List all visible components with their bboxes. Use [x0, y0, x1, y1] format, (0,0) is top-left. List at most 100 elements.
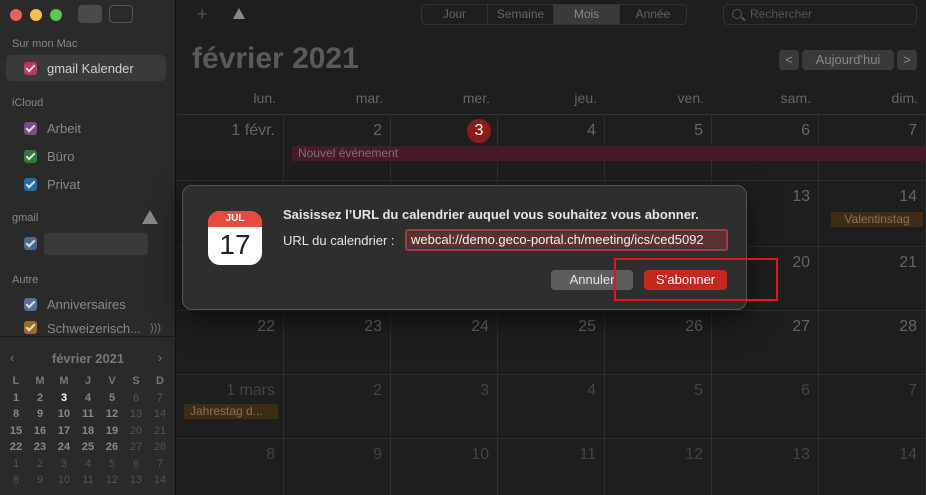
mini-calendar-day[interactable]: 14 — [148, 406, 172, 423]
checkbox-icon[interactable] — [24, 177, 37, 191]
mini-calendar-day[interactable]: 10 — [52, 472, 76, 489]
inbox-icon[interactable] — [109, 5, 133, 23]
mini-calendar-day[interactable]: 7 — [148, 456, 172, 473]
mini-calendar-day[interactable]: 14 — [148, 472, 172, 489]
mini-calendar-day[interactable]: 20 — [124, 423, 148, 440]
day-cell[interactable]: 4 — [498, 375, 605, 439]
mini-calendar-day[interactable]: 18 — [76, 423, 100, 440]
plus-icon[interactable]: + — [197, 4, 208, 25]
tab-month[interactable]: Mois — [554, 5, 620, 24]
mini-calendar-day[interactable]: 3 — [52, 456, 76, 473]
mini-calendar-day[interactable]: 13 — [124, 406, 148, 423]
calendar-item-privat[interactable]: Privat — [6, 171, 166, 197]
day-cell[interactable]: 2 — [284, 375, 391, 439]
day-cell[interactable]: 9 — [284, 439, 391, 495]
today-button[interactable]: Aujourd'hui — [802, 50, 894, 70]
mini-calendar-day[interactable]: 17 — [52, 423, 76, 440]
calendar-item-anniversaires[interactable]: Anniversaires — [6, 291, 166, 317]
url-field-label: URL du calendrier : — [283, 233, 395, 248]
calendar-item-schweizerisch[interactable]: Schweizerisch... — [6, 318, 166, 336]
mini-calendar-day[interactable]: 15 — [4, 423, 28, 440]
mini-calendar-day[interactable]: 10 — [52, 406, 76, 423]
mini-calendar-day[interactable]: 25 — [76, 439, 100, 456]
mini-calendar-day[interactable]: 2 — [28, 390, 52, 407]
checkbox-icon[interactable] — [24, 121, 37, 135]
day-cell[interactable]: 7 — [819, 375, 926, 439]
mini-calendar-day[interactable]: 24 — [52, 439, 76, 456]
mini-calendar-day[interactable]: 6 — [124, 390, 148, 407]
next-month-button[interactable]: > — [897, 50, 917, 70]
mini-calendar-day[interactable]: 11 — [76, 472, 100, 489]
tab-week[interactable]: Semaine — [488, 5, 554, 24]
day-cell[interactable]: 3 — [391, 375, 498, 439]
day-cell[interactable]: 21 — [819, 247, 926, 311]
day-cell[interactable]: 12 — [605, 439, 712, 495]
mini-calendar-day[interactable]: 23 — [28, 439, 52, 456]
mini-calendar-day[interactable]: 19 — [100, 423, 124, 440]
minimize-window-button[interactable] — [30, 9, 42, 21]
day-number: 26 — [685, 318, 703, 335]
mini-calendar-day[interactable]: 16 — [28, 423, 52, 440]
calendar-item-gmail-kalender[interactable]: gmail Kalender — [6, 55, 166, 81]
day-cell[interactable]: 10 — [391, 439, 498, 495]
mini-calendar-day[interactable]: 22 — [4, 439, 28, 456]
mini-calendar-day[interactable]: 1 — [4, 456, 28, 473]
day-cell[interactable]: 8 — [177, 439, 284, 495]
day-cell[interactable]: 6 — [712, 375, 819, 439]
mini-calendar-day[interactable]: 4 — [76, 456, 100, 473]
day-cell[interactable]: 26 — [605, 311, 712, 375]
close-window-button[interactable] — [10, 9, 22, 21]
checkbox-icon[interactable] — [24, 149, 37, 163]
mini-calendar-day[interactable]: 11 — [76, 406, 100, 423]
day-cell[interactable]: 1 févr. — [177, 115, 284, 181]
calendar-list-toggle-icon[interactable] — [78, 5, 102, 23]
day-cell[interactable]: 14 — [819, 439, 926, 495]
previous-month-button[interactable]: < — [779, 50, 799, 70]
mini-calendar-day[interactable]: 12 — [100, 472, 124, 489]
mini-calendar-day[interactable]: 6 — [124, 456, 148, 473]
mini-calendar-day[interactable]: 7 — [148, 390, 172, 407]
day-cell[interactable]: 28 — [819, 311, 926, 375]
mini-calendar-day[interactable]: 9 — [28, 472, 52, 489]
day-cell[interactable]: 13 — [712, 439, 819, 495]
day-cell[interactable]: 25 — [498, 311, 605, 375]
search-input[interactable]: Rechercher — [723, 4, 917, 25]
mini-calendar-day[interactable]: 21 — [148, 423, 172, 440]
chevron-right-icon[interactable]: › — [158, 350, 162, 365]
checkbox-icon[interactable] — [24, 297, 37, 311]
zoom-window-button[interactable] — [50, 9, 62, 21]
mini-calendar-day[interactable]: 4 — [76, 390, 100, 407]
calendar-item-arbeit[interactable]: Arbeit — [6, 115, 166, 141]
event-jahrestag[interactable]: Jahrestag d... — [184, 404, 278, 419]
mini-calendar-day[interactable]: 9 — [28, 406, 52, 423]
mini-calendar-day[interactable]: 28 — [148, 439, 172, 456]
warning-icon[interactable] — [142, 210, 158, 224]
calendar-url-input[interactable] — [405, 229, 728, 251]
mini-calendar-day[interactable]: 2 — [28, 456, 52, 473]
checkbox-icon[interactable] — [24, 321, 37, 334]
mini-calendar-day[interactable]: 8 — [4, 472, 28, 489]
tab-year[interactable]: Année — [620, 5, 686, 24]
checkbox-icon[interactable] — [24, 236, 37, 250]
mini-calendar-day[interactable]: 13 — [124, 472, 148, 489]
mini-calendar-day[interactable]: 27 — [124, 439, 148, 456]
day-cell[interactable]: 23 — [284, 311, 391, 375]
warning-icon[interactable] — [233, 8, 245, 19]
checkbox-icon[interactable] — [24, 61, 37, 75]
mini-calendar-day[interactable]: 12 — [100, 406, 124, 423]
event-new-event[interactable]: Nouvel événement — [292, 146, 926, 161]
mini-calendar-day[interactable]: 5 — [100, 456, 124, 473]
mini-calendar-day[interactable]: 5 — [100, 390, 124, 407]
day-cell[interactable]: 5 — [605, 375, 712, 439]
mini-calendar-day[interactable]: 8 — [4, 406, 28, 423]
mini-calendar-day[interactable]: 3 — [52, 389, 76, 407]
day-cell[interactable]: 24 — [391, 311, 498, 375]
mini-calendar-day[interactable]: 1 — [4, 390, 28, 407]
tab-day[interactable]: Jour — [422, 5, 488, 24]
calendar-item-buero[interactable]: Büro — [6, 143, 166, 169]
mini-calendar-day[interactable]: 26 — [100, 439, 124, 456]
day-cell[interactable]: 27 — [712, 311, 819, 375]
day-cell[interactable]: 11 — [498, 439, 605, 495]
event-valentinstag[interactable]: Valentinstag — [831, 212, 923, 227]
day-cell[interactable]: 22 — [177, 311, 284, 375]
